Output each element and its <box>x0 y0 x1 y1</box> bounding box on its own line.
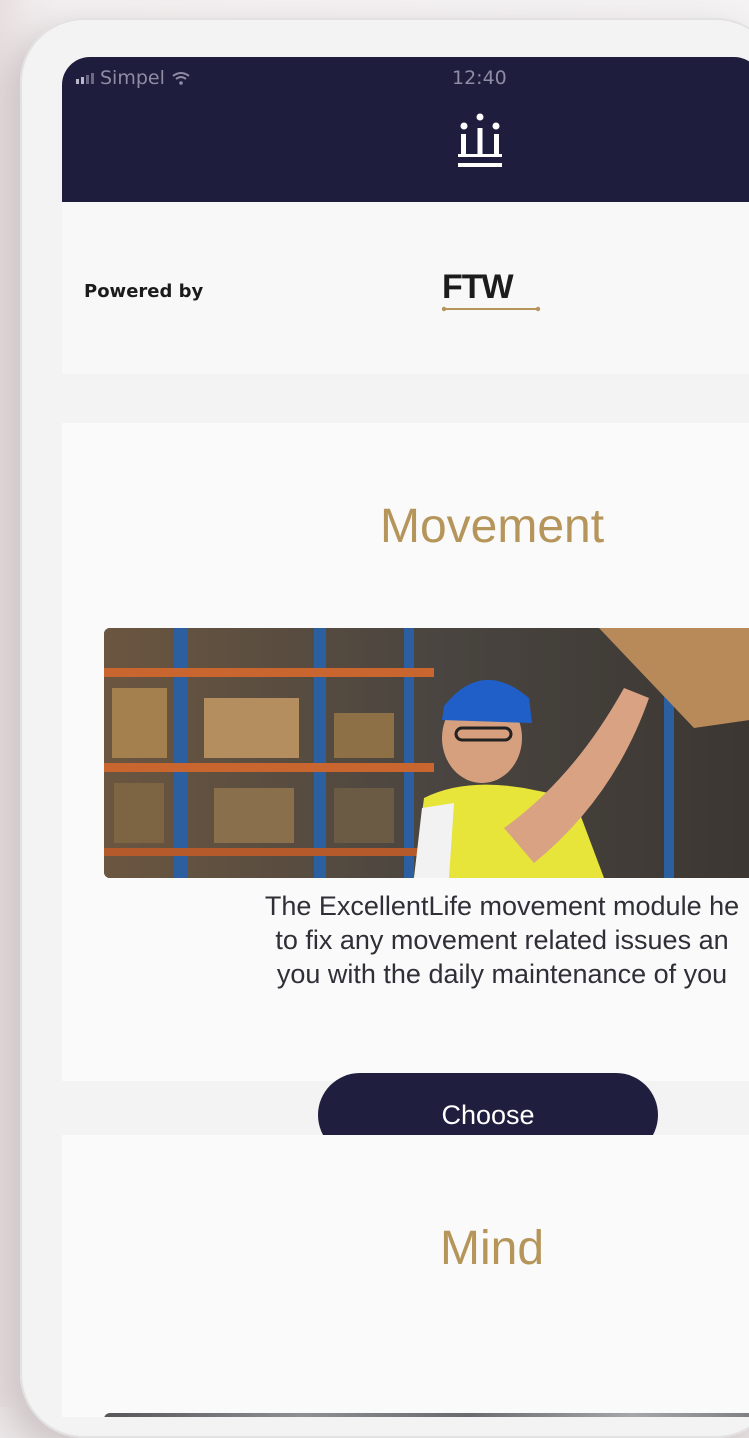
module-card-mind: Mind <box>62 1135 749 1417</box>
ftw-logo: FTW <box>442 268 542 318</box>
powered-by-strip: Powered by FTW <box>62 202 749 374</box>
module-image-warehouse-worker <box>104 628 749 878</box>
status-time: 12:40 <box>452 67 507 89</box>
module-title: Mind <box>439 1222 545 1275</box>
status-carrier: Simpel <box>76 67 191 89</box>
module-description: The ExcellentLife movement module he to … <box>264 891 740 989</box>
ftw-logo-text: FTW <box>442 268 514 306</box>
carrier-name: Simpel <box>100 67 165 89</box>
app-screen: Simpel 12:40 Powered by FTW Movement The… <box>62 57 749 1417</box>
module-card-movement: Movement The ExcellentLife movement modu… <box>62 423 749 1157</box>
wifi-icon <box>172 72 190 85</box>
powered-by-label: Powered by <box>84 281 204 302</box>
top-bar: Simpel 12:40 <box>62 57 749 202</box>
module-title: Movement <box>379 500 605 553</box>
ftw-underline-icon <box>442 306 541 312</box>
signal-icon <box>76 72 94 84</box>
module-image-mind <box>104 1413 749 1417</box>
crown-logo-icon[interactable] <box>450 110 510 190</box>
